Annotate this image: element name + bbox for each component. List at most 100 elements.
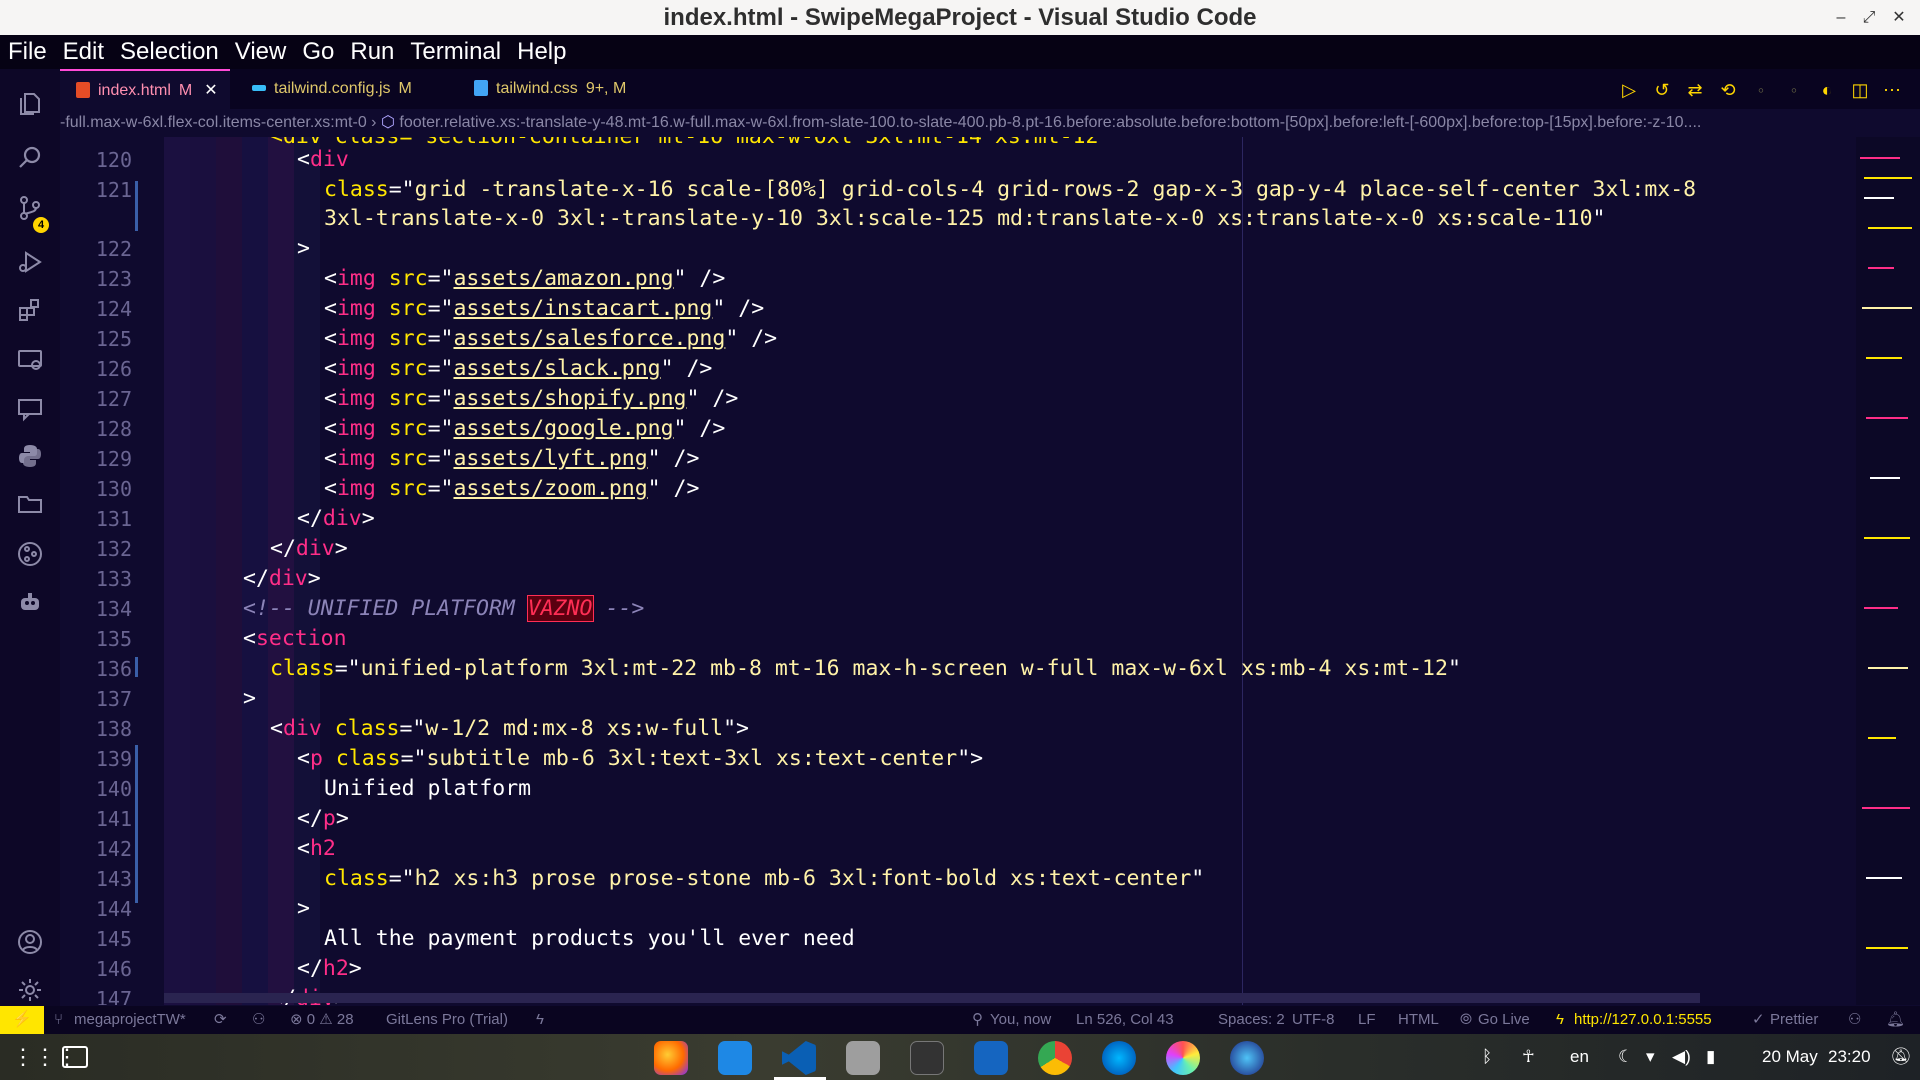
indentation-status[interactable]: Spaces: 2: [1218, 1006, 1285, 1034]
server-url[interactable]: http://127.0.0.1:5555: [1574, 1006, 1712, 1034]
line-number: 134: [95, 597, 132, 621]
branch-name[interactable]: megaprojectTW*: [74, 1006, 186, 1034]
close-window-button[interactable]: ✕: [1886, 0, 1912, 35]
volume-icon[interactable]: ◀): [1672, 1034, 1691, 1080]
remote-explorer-icon[interactable]: [0, 333, 60, 383]
line-number: 147: [95, 987, 132, 1005]
keyboard-layout[interactable]: en: [1570, 1034, 1589, 1080]
accessibility-icon[interactable]: ☥: [1522, 1034, 1535, 1080]
tab-index-html[interactable]: index.html M ✕: [60, 69, 230, 109]
firefox-dev-icon[interactable]: [1102, 1041, 1136, 1075]
accounts-status-icon[interactable]: ⚇: [1848, 1006, 1861, 1034]
minimap[interactable]: [1856, 137, 1920, 1005]
gitlens-status-icon[interactable]: ⚇: [252, 1006, 265, 1034]
files-icon[interactable]: [846, 1041, 880, 1075]
wifi-icon[interactable]: ▾: [1646, 1034, 1655, 1080]
menu-view[interactable]: View: [227, 35, 295, 69]
go-live-button[interactable]: Go Live: [1478, 1006, 1530, 1034]
software-store-icon[interactable]: [718, 1041, 752, 1075]
next-change-icon[interactable]: ◦: [1782, 78, 1806, 102]
eol-status[interactable]: LF: [1358, 1006, 1376, 1034]
extensions-icon[interactable]: [0, 283, 60, 333]
tab-tailwind-config[interactable]: tailwind.config.js M: [238, 69, 430, 109]
line-number: 137: [95, 687, 132, 711]
compare-changes-icon[interactable]: ⇄: [1683, 78, 1707, 102]
problems-status[interactable]: ⊗ 0 ⚠ 28: [290, 1006, 354, 1034]
clock[interactable]: 23:20: [1828, 1034, 1871, 1080]
workspaces-icon[interactable]: [62, 1046, 88, 1068]
bluetooth-icon[interactable]: ᛒ: [1482, 1034, 1492, 1080]
menu-go[interactable]: Go: [294, 35, 342, 69]
menu-terminal[interactable]: Terminal: [402, 35, 509, 69]
night-light-icon[interactable]: ☾: [1618, 1034, 1633, 1080]
scm-badge: 4: [33, 217, 49, 233]
tab-close-icon[interactable]: ✕: [204, 82, 217, 99]
notifications-icon[interactable]: 🔕︎: [1890, 1034, 1912, 1080]
run-debug-icon[interactable]: [0, 235, 60, 285]
todo-highlight: VAZNO: [526, 595, 594, 622]
code-line: <div: [297, 147, 349, 172]
language-mode[interactable]: HTML: [1398, 1006, 1439, 1034]
code-line: <section: [243, 626, 347, 651]
vscode-icon[interactable]: [782, 1041, 816, 1075]
maximize-button[interactable]: ⤢: [1856, 0, 1882, 35]
comments-icon[interactable]: [0, 381, 60, 431]
folder-icon[interactable]: [0, 477, 60, 527]
cursor-position[interactable]: Ln 526, Col 43: [1076, 1006, 1174, 1034]
thunderbird-icon[interactable]: [1230, 1041, 1264, 1075]
account-icon[interactable]: [0, 915, 60, 965]
terminal-icon[interactable]: [910, 1041, 944, 1075]
search-icon[interactable]: [0, 131, 60, 181]
explorer-icon[interactable]: [0, 77, 60, 127]
code-line: <img src="assets/zoom.png" />: [324, 476, 700, 501]
menu-help[interactable]: Help: [509, 35, 574, 69]
prettier-icon: ✓: [1752, 1011, 1765, 1028]
code-editor[interactable]: <div class="section-container mt-16 max-…: [60, 137, 1920, 1005]
more-actions-icon[interactable]: ⋯: [1880, 78, 1904, 102]
battery-icon[interactable]: ▮: [1706, 1034, 1715, 1080]
menu-edit[interactable]: Edit: [55, 35, 112, 69]
menu-selection[interactable]: Selection: [112, 35, 227, 69]
open-changes-icon[interactable]: ⟲: [1716, 78, 1740, 102]
os-taskbar: ⋮⋮⋮ ᛒ ☥ en ☾ ▾ ◀) ▮ 20 May 23:20 🔕︎: [0, 1034, 1920, 1080]
code-line: <img src="assets/salesforce.png" />: [324, 326, 778, 351]
horizontal-scrollbar[interactable]: [164, 993, 1700, 1003]
prettier-status[interactable]: Prettier: [1770, 1006, 1818, 1034]
git-change-marker: [135, 745, 138, 903]
breadcrumb[interactable]: -full.max-w-6xl.flex-col.items-center.xs…: [60, 111, 1920, 135]
source-control-icon[interactable]: 4: [0, 181, 60, 233]
code-line: </div>: [297, 506, 375, 531]
date[interactable]: 20 May: [1762, 1034, 1818, 1080]
copilot-icon[interactable]: [0, 575, 60, 625]
line-number: 138: [95, 717, 132, 741]
remote-indicator-icon[interactable]: ⚡: [0, 1006, 44, 1034]
breadcrumb-item[interactable]: -full.max-w-6xl.flex-col.items-center.xs…: [60, 114, 367, 131]
filezilla-icon[interactable]: [974, 1041, 1008, 1075]
chrome-icon[interactable]: [1038, 1041, 1072, 1075]
line-number: 122: [95, 237, 132, 261]
lightning-icon[interactable]: ϟ: [536, 1006, 544, 1034]
gitlens-icon[interactable]: ◐: [1815, 78, 1839, 102]
encoding-status[interactable]: UTF-8: [1292, 1006, 1335, 1034]
code-line: >: [297, 896, 310, 921]
git-graph-icon[interactable]: [0, 527, 60, 577]
line-number: 123: [95, 267, 132, 291]
timeline-icon[interactable]: ↺: [1650, 78, 1674, 102]
tab-tailwind-css[interactable]: tailwind.css 9+, M: [460, 69, 680, 109]
color-picker-icon[interactable]: [1166, 1041, 1200, 1075]
sync-icon[interactable]: ⟳: [214, 1006, 227, 1034]
breadcrumb-item[interactable]: footer.relative.xs:-translate-y-48.mt-16…: [399, 114, 1701, 131]
tab-modified-marker: M: [178, 82, 193, 99]
menu-file[interactable]: File: [0, 35, 55, 69]
python-icon[interactable]: [0, 429, 60, 479]
minimize-button[interactable]: –: [1828, 0, 1854, 35]
split-editor-icon[interactable]: ◫: [1848, 78, 1872, 102]
previous-change-icon[interactable]: ◦: [1749, 78, 1773, 102]
notifications-bell-icon[interactable]: 🔔︎: [1886, 1006, 1905, 1034]
branch-icon: ⑂: [54, 1011, 64, 1028]
blame-status[interactable]: You, now: [990, 1006, 1051, 1034]
gitlens-trial[interactable]: GitLens Pro (Trial): [386, 1006, 508, 1034]
menu-run[interactable]: Run: [342, 35, 402, 69]
firefox-icon[interactable]: [654, 1041, 688, 1075]
run-icon[interactable]: ▷: [1617, 78, 1641, 102]
